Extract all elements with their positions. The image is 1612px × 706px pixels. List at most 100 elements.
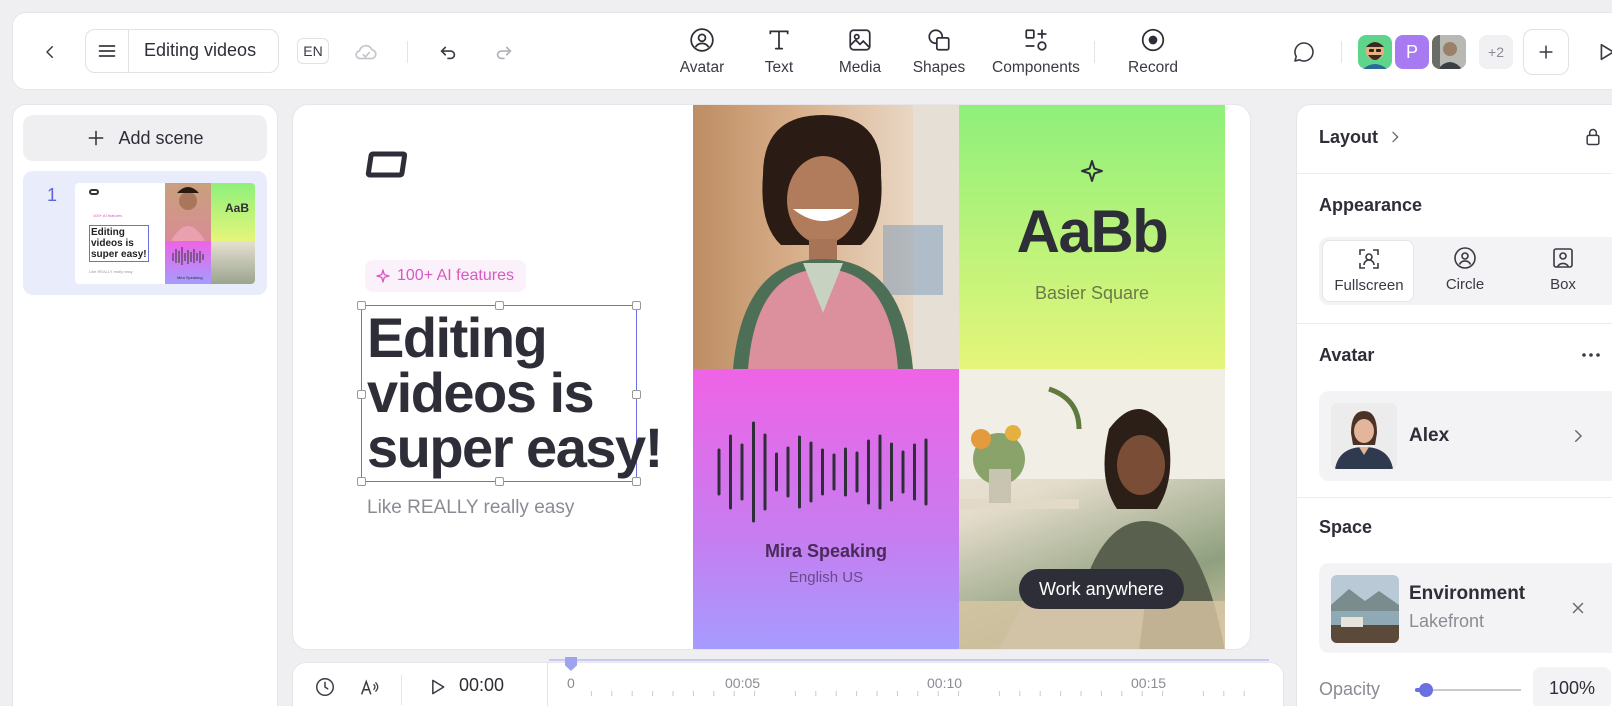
resize-handle[interactable] — [632, 301, 641, 310]
close-icon[interactable] — [1569, 599, 1587, 617]
scenes-panel: Add scene 1 100+ AI features Editing vid… — [12, 104, 278, 706]
caption-pill[interactable]: Work anywhere — [1019, 569, 1184, 609]
resize-handle[interactable] — [357, 390, 366, 399]
appearance-box-label: Box — [1550, 276, 1576, 293]
play-icon — [432, 679, 445, 695]
environment-selector[interactable]: Environment Lakefront — [1319, 563, 1612, 653]
font-sample: AaBb — [1016, 198, 1169, 265]
appearance-box[interactable]: Box — [1517, 240, 1609, 302]
text-icon — [769, 30, 789, 50]
speaker-language: English US — [788, 569, 864, 586]
comment-icon — [1294, 42, 1314, 62]
components-icon — [1025, 29, 1047, 51]
collaborator-avatar[interactable] — [1358, 35, 1392, 69]
scene-canvas[interactable]: 100+ AI features Editing videos is super… — [292, 104, 1251, 650]
opacity-value[interactable]: 100% — [1533, 667, 1611, 706]
sparkle-icon — [1081, 160, 1103, 182]
timeline-ruler[interactable]: 0 00:05 00:10 00:15 — [549, 657, 1269, 706]
lock-icon[interactable] — [1583, 127, 1603, 147]
subtitle-text[interactable]: Like REALLY really easy — [367, 497, 574, 519]
appearance-circle-label: Circle — [1445, 276, 1485, 293]
undo-button[interactable] — [433, 37, 463, 67]
thumb-title: Editing videos is super easy! — [89, 225, 149, 262]
appearance-circle[interactable]: Circle — [1419, 240, 1511, 302]
time-mark: 0 — [567, 675, 575, 691]
opacity-slider[interactable] — [1415, 680, 1521, 700]
tool-components-label: Components — [992, 59, 1080, 76]
hamburger-icon — [98, 45, 116, 57]
divider — [1297, 323, 1612, 324]
brand-logo-icon — [365, 151, 407, 178]
sparkle-icon — [376, 269, 390, 283]
box-avatar-icon — [1553, 248, 1573, 268]
avatar-thumbnail — [1331, 403, 1397, 469]
avatar-selector[interactable]: Alex — [1319, 391, 1612, 481]
tool-record[interactable]: Record — [1108, 27, 1198, 77]
timeline-play-button[interactable] — [423, 673, 451, 701]
user-avatar-icon — [1363, 42, 1387, 69]
timeline-panel: 00:00 0 00:05 00:10 00:15 — [292, 657, 1284, 706]
scene-card[interactable]: 1 100+ AI features Editing videos is sup… — [23, 171, 267, 295]
thumb-speaker-tile: Mira Speaking — [165, 241, 211, 284]
environment-label: Environment — [1409, 583, 1526, 604]
font-tile[interactable]: AaBb Basier Square — [959, 105, 1225, 369]
time-mark: 00:15 — [1131, 675, 1167, 691]
cloud-sync-button[interactable] — [351, 37, 381, 67]
ai-features-badge[interactable]: 100+ AI features — [365, 260, 526, 292]
chevron-right-icon[interactable] — [1387, 129, 1403, 145]
toolbar-divider — [1094, 41, 1095, 63]
collaborator-avatar[interactable] — [1432, 35, 1466, 69]
toolbar-divider — [1341, 41, 1342, 63]
headline-text[interactable]: Editing videos is super easy! — [367, 310, 663, 476]
back-button[interactable] — [35, 37, 65, 67]
history-button[interactable] — [311, 673, 339, 701]
appearance-selector: Fullscreen Circle Box — [1319, 237, 1612, 305]
timeline-divider — [547, 663, 548, 706]
top-toolbar: Editing videos EN Avatar Text Media Shap… — [12, 12, 1612, 90]
circle-avatar-icon — [1454, 247, 1476, 269]
divider — [1297, 497, 1612, 498]
presenter-photo[interactable] — [693, 105, 959, 369]
resize-handle[interactable] — [357, 477, 366, 486]
more-collaborators-badge[interactable]: +2 — [1479, 35, 1513, 69]
environment-thumbnail — [1331, 575, 1399, 643]
chevron-right-icon — [1575, 430, 1583, 442]
invite-button[interactable] — [1523, 29, 1569, 75]
redo-button[interactable] — [489, 37, 519, 67]
ai-features-label: 100+ AI features — [397, 267, 514, 284]
playhead[interactable] — [565, 657, 577, 671]
tool-components[interactable]: Components — [986, 27, 1086, 77]
language-badge[interactable]: EN — [297, 38, 329, 64]
appearance-fullscreen[interactable]: Fullscreen — [1322, 240, 1414, 302]
speaker-tile[interactable]: Mira Speaking English US — [693, 369, 959, 649]
divider — [1297, 173, 1612, 174]
slider-thumb[interactable] — [1419, 683, 1433, 697]
layout-title[interactable]: Layout — [1319, 127, 1378, 148]
collaborator-initial[interactable]: P — [1395, 35, 1429, 69]
tool-media-label: Media — [838, 59, 882, 76]
playhead-track — [549, 659, 1269, 661]
resize-handle[interactable] — [357, 301, 366, 310]
tool-text[interactable]: Text — [734, 27, 824, 77]
toolbar-divider — [407, 41, 408, 63]
more-options-icon[interactable] — [1579, 343, 1603, 367]
opacity-label: Opacity — [1319, 679, 1381, 699]
scene-number: 1 — [47, 185, 58, 205]
thumb-font-tile: AaB — [211, 183, 255, 241]
clock-icon — [316, 678, 334, 696]
tool-media[interactable]: Media — [815, 27, 905, 77]
speaker-voice-icon — [360, 679, 379, 695]
comments-button[interactable] — [1289, 37, 1319, 67]
project-title[interactable]: Editing videos — [144, 40, 256, 61]
thumb-photo-2 — [211, 241, 255, 284]
preview-play-button[interactable] — [1591, 37, 1612, 67]
tool-shapes[interactable]: Shapes — [894, 27, 984, 77]
thumb-subtitle: Like REALLY really easy — [89, 269, 133, 274]
audio-waveform — [717, 421, 928, 523]
voice-button[interactable] — [355, 673, 383, 701]
menu-button[interactable] — [86, 30, 129, 72]
workspace-photo[interactable]: Work anywhere — [959, 369, 1225, 649]
add-scene-button[interactable]: Add scene — [23, 115, 267, 161]
tool-text-label: Text — [764, 59, 794, 76]
headline-selection[interactable]: Editing videos is super easy! — [357, 301, 663, 486]
